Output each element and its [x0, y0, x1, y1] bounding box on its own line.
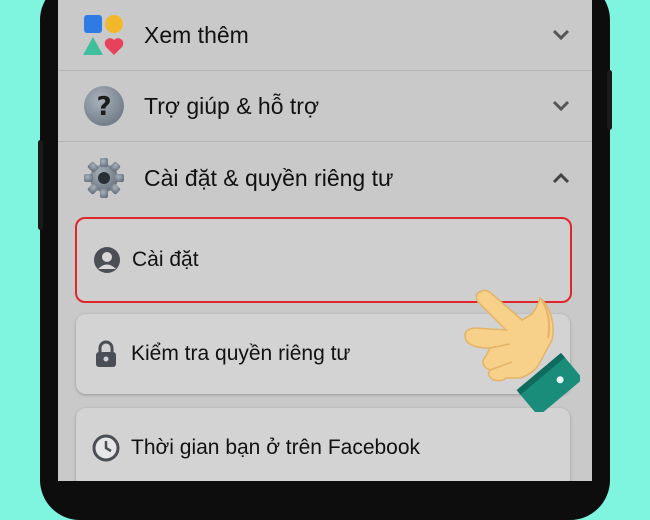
submenu-item-label: Cài đặt	[132, 248, 199, 271]
submenu-item-label: Kiểm tra quyền riêng tư	[131, 342, 351, 365]
chevron-down-icon[interactable]	[546, 91, 576, 121]
submenu-item-time-on-facebook[interactable]: Thời gian bạn ở trên Facebook	[76, 408, 570, 481]
chevron-up-icon[interactable]	[546, 163, 576, 193]
phone-side-button	[38, 140, 43, 230]
shapes-icon	[80, 11, 128, 59]
menu-item-help[interactable]: ? Trợ giúp & hỗ trợ	[58, 71, 592, 141]
clock-icon	[91, 433, 121, 463]
menu-item-label: Xem thêm	[144, 21, 249, 48]
lock-icon	[91, 339, 121, 369]
profile-icon	[92, 245, 122, 275]
divider	[58, 141, 592, 142]
svg-text:?: ?	[96, 92, 111, 122]
question-icon: ?	[80, 82, 128, 130]
chevron-down-icon[interactable]	[546, 20, 576, 50]
phone-side-button	[607, 70, 612, 130]
pointing-hand-icon	[460, 282, 582, 415]
gear-icon	[80, 154, 128, 202]
submenu-item-label: Thời gian bạn ở trên Facebook	[131, 436, 421, 459]
menu-item-label: Cài đặt & quyền riêng tư	[144, 164, 394, 191]
menu-item-settings-privacy[interactable]: Cài đặt & quyền riêng tư	[58, 143, 592, 213]
menu-item-label: Trợ giúp & hỗ trợ	[144, 92, 320, 119]
menu-item-more[interactable]: Xem thêm	[58, 0, 592, 70]
